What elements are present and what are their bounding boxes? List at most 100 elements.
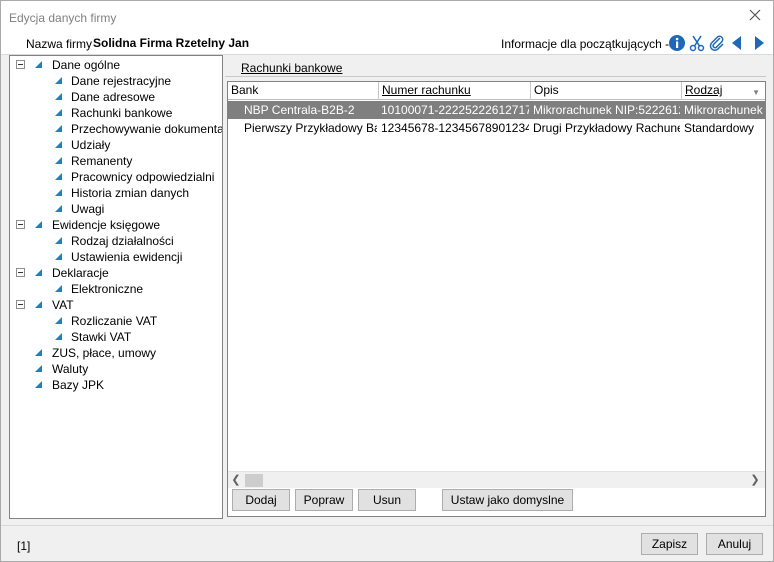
firm-header: Nazwa firmy Solidna Firma Rzetelny Jan I… xyxy=(1,31,773,55)
collapse-icon[interactable] xyxy=(16,268,25,277)
tree-node-label: Rachunki bankowe xyxy=(71,106,173,120)
column-header-label: Rodzaj xyxy=(685,83,723,97)
tree-node-label: Udziały xyxy=(71,138,111,152)
table-row[interactable]: Pierwszy Przykładowy Bank 12345678-12345… xyxy=(228,119,765,137)
tree-node-historia[interactable]: Historia zmian danych xyxy=(16,185,216,201)
edit-company-window: Edycja danych firmy Nazwa firmy Solidna … xyxy=(0,0,774,562)
bank-accounts-table: Bank Numer rachunku Opis Rodzaj ▼ NBP Ce… xyxy=(227,81,766,517)
collapse-icon[interactable] xyxy=(16,300,25,309)
tree-node-label: Rodzaj działalności xyxy=(71,234,174,248)
forward-arrow-icon[interactable] xyxy=(750,34,768,52)
firm-name-label: Nazwa firmy xyxy=(26,37,93,51)
collapse-icon[interactable] xyxy=(16,220,25,229)
paperclip-icon[interactable] xyxy=(708,34,726,52)
tree-triangle-icon xyxy=(55,285,62,292)
tree-triangle-icon xyxy=(55,141,62,148)
footer-divider xyxy=(1,525,773,526)
tree-triangle-icon xyxy=(55,237,62,244)
tree-node-label: Pracownicy odpowiedzialni xyxy=(71,170,215,184)
tree-triangle-icon xyxy=(35,221,42,228)
tree-triangle-icon xyxy=(55,253,62,260)
cell-type: Mikrorachunek xyxy=(684,103,763,117)
tree-node-label: Uwagi xyxy=(71,202,105,216)
tree-node-label: ZUS, płace, umowy xyxy=(52,346,157,360)
back-arrow-icon[interactable] xyxy=(728,34,746,52)
close-icon[interactable] xyxy=(747,7,763,23)
tree-node-ewidencje[interactable]: Ewidencje księgowe xyxy=(16,217,216,233)
tree-node-label: Historia zmian danych xyxy=(71,186,190,200)
tree-triangle-icon xyxy=(55,77,62,84)
cancel-button[interactable]: Anuluj xyxy=(706,533,763,555)
scrollbar-thumb[interactable] xyxy=(245,474,263,487)
tree-triangle-icon xyxy=(55,125,62,132)
tree-node-label: Stawki VAT xyxy=(71,330,132,344)
tree-node-label: Rozliczanie VAT xyxy=(71,314,158,328)
tree-node-elektroniczne[interactable]: Elektroniczne xyxy=(16,281,216,297)
tree-node-dane-adresowe[interactable]: Dane adresowe xyxy=(16,89,216,105)
tree-node-dane-rejestracyjne[interactable]: Dane rejestracyjne xyxy=(16,73,216,89)
scroll-right-icon[interactable]: ❯ xyxy=(749,474,761,486)
tree-node-label: Waluty xyxy=(52,362,89,376)
tree-node-przechowywanie[interactable]: Przechowywanie dokumentacji xyxy=(16,121,222,137)
tree-node-remanenty[interactable]: Remanenty xyxy=(16,153,216,169)
tree-triangle-icon xyxy=(35,349,42,356)
tree-node-dane-ogolne[interactable]: Dane ogólne xyxy=(16,57,216,73)
cell-account-number: 10100071-2222522261271700 xyxy=(381,103,529,117)
firm-name-value: Solidna Firma Rzetelny Jan xyxy=(93,36,250,50)
horizontal-scrollbar[interactable]: ❮ ❯ xyxy=(228,471,765,488)
table-header: Bank Numer rachunku Opis Rodzaj ▼ xyxy=(228,82,765,100)
scissors-icon[interactable] xyxy=(688,34,706,52)
tree-node-label: Bazy JPK xyxy=(52,378,105,392)
tree-triangle-icon xyxy=(35,381,42,388)
cell-description: Mikrorachunek NIP:522261271 xyxy=(533,103,680,117)
tree-triangle-icon xyxy=(35,365,42,372)
beginner-info-label: Informacje dla początkujących -> xyxy=(501,37,677,51)
column-header-numer-rachunku[interactable]: Numer rachunku xyxy=(379,82,531,100)
tree-node-waluty[interactable]: Waluty xyxy=(16,361,216,377)
tree-node-udzialy[interactable]: Udziały xyxy=(16,137,216,153)
column-header-bank[interactable]: Bank xyxy=(228,82,379,100)
tree-node-rozliczanie-vat[interactable]: Rozliczanie VAT xyxy=(16,313,216,329)
tree-triangle-icon xyxy=(55,317,62,324)
tree-node-deklaracje[interactable]: Deklaracje xyxy=(16,265,216,281)
collapse-icon[interactable] xyxy=(16,60,25,69)
column-header-opis[interactable]: Opis xyxy=(531,82,682,100)
table-row[interactable]: NBP Centrala-B2B-2 10100071-222252226127… xyxy=(228,101,765,119)
tree-triangle-icon xyxy=(55,109,62,116)
tree-node-ustawienia-ewidencji[interactable]: Ustawienia ewidencji xyxy=(16,249,216,265)
column-header-rodzaj[interactable]: Rodzaj ▼ xyxy=(682,82,765,100)
tree-node-label: Elektroniczne xyxy=(71,282,144,296)
tree-triangle-icon xyxy=(35,61,42,68)
tree-triangle-icon xyxy=(55,173,62,180)
tree-triangle-icon xyxy=(55,205,62,212)
tree-node-label: Dane ogólne xyxy=(52,58,121,72)
delete-button[interactable]: Usun xyxy=(358,489,416,511)
edit-button[interactable]: Popraw xyxy=(295,489,353,511)
tree-node-zus[interactable]: ZUS, płace, umowy xyxy=(16,345,216,361)
settings-tree: Dane ogólne Dane rejestracyjne Dane adre… xyxy=(9,55,223,519)
tree-node-label: Remanenty xyxy=(71,154,133,168)
cell-account-number: 12345678-1234567890123456 xyxy=(381,121,529,135)
tree-node-rodzaj-dzialalnosci[interactable]: Rodzaj działalności xyxy=(16,233,216,249)
tree-node-vat[interactable]: VAT xyxy=(16,297,216,313)
scroll-left-icon[interactable]: ❮ xyxy=(230,474,242,486)
tree-triangle-icon xyxy=(55,189,62,196)
tree-triangle-icon xyxy=(35,269,42,276)
content-panel: Rachunki bankowe Bank Numer rachunku Opi… xyxy=(225,55,766,519)
tree-node-uwagi[interactable]: Uwagi xyxy=(16,201,216,217)
tree-node-label: Dane rejestracyjne xyxy=(71,74,172,88)
tab-rachunki-bankowe[interactable]: Rachunki bankowe xyxy=(241,61,342,75)
tab-bar: Rachunki bankowe xyxy=(225,57,766,77)
add-button[interactable]: Dodaj xyxy=(232,489,290,511)
cell-bank: NBP Centrala-B2B-2 xyxy=(244,103,355,117)
tree-node-label: Ewidencje księgowe xyxy=(52,218,161,232)
save-button[interactable]: Zapisz xyxy=(641,533,698,555)
tree-node-rachunki-bankowe[interactable]: Rachunki bankowe xyxy=(16,105,216,121)
sort-indicator-icon: ▼ xyxy=(752,88,760,97)
tree-node-bazy-jpk[interactable]: Bazy JPK xyxy=(16,377,216,393)
tree-node-stawki-vat[interactable]: Stawki VAT xyxy=(16,329,216,345)
tree-triangle-icon xyxy=(55,93,62,100)
set-default-button[interactable]: Ustaw jako domyslne xyxy=(442,489,573,511)
info-icon[interactable] xyxy=(668,34,686,52)
tree-node-pracownicy[interactable]: Pracownicy odpowiedzialni xyxy=(16,169,216,185)
